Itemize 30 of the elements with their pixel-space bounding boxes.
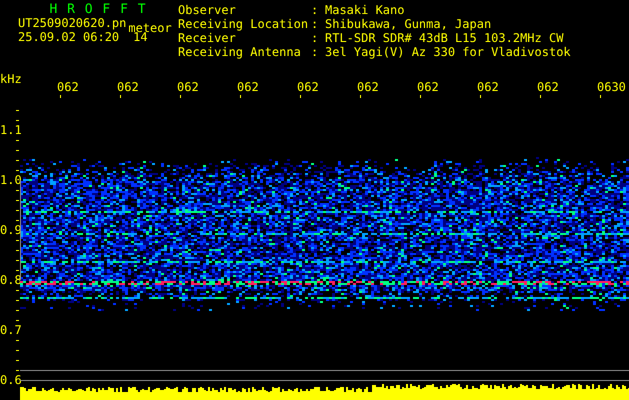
file-name: UT2509020620.pn (18, 17, 126, 30)
field-value: Masaki Kano (325, 4, 406, 18)
frequency-label: 0.6 (0, 374, 22, 386)
separator: : (311, 18, 320, 32)
time-label: 0630 (597, 81, 626, 93)
field-label: Receiving Antenna (178, 46, 302, 60)
time-label: 062 (357, 81, 379, 93)
time-label: 062 (477, 81, 499, 93)
frequency-label: 0.7 (0, 324, 22, 336)
date-time: 25.09.02 06:20 (18, 31, 120, 44)
time-label: 062 (57, 81, 79, 93)
time-label: 062 (177, 81, 199, 93)
time-label: 062 (117, 81, 139, 93)
separator: : (311, 32, 320, 46)
field-label: Receiving Location (178, 18, 310, 32)
field-value: Shibukawa, Gunma, Japan (325, 18, 492, 32)
field-label: Receiver (178, 32, 237, 46)
frequency-label: 1.1 (0, 124, 22, 136)
time-label: 062 (297, 81, 319, 93)
field-value: 3el Yagi(V) Az 330 for Vladivostok (325, 46, 571, 60)
unit-label: kHz (0, 73, 22, 85)
app-title: H R O F F T (48, 4, 148, 16)
count-value: 14 (133, 31, 148, 44)
time-label: 062 (537, 81, 559, 93)
separator: : (311, 46, 320, 60)
time-label: 062 (417, 81, 439, 93)
separator: : (311, 4, 320, 18)
time-label: 062 (237, 81, 259, 93)
field-value: RTL-SDR SDR# 43dB L15 103.2MHz CW (325, 32, 564, 46)
field-label: Observer (178, 4, 237, 18)
